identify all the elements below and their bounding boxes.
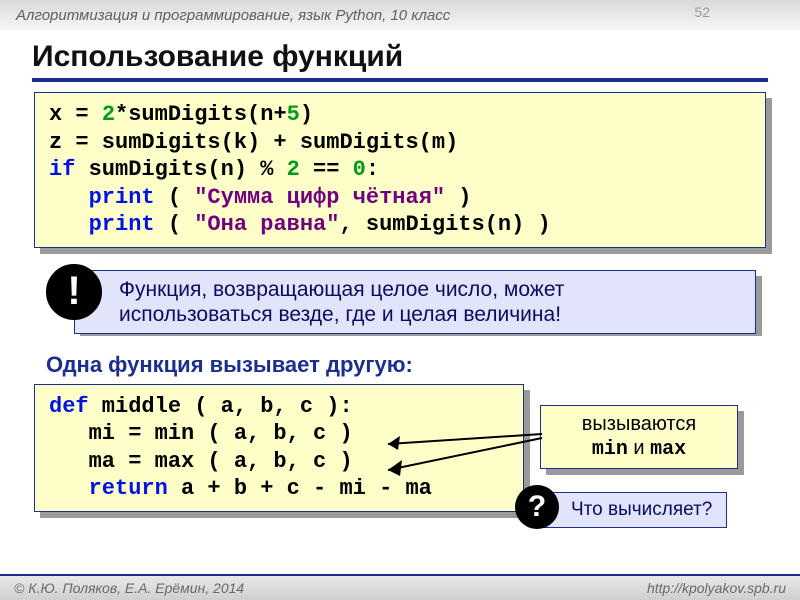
footer-author: © К.Ю. Поляков, Е.А. Ерёмин, 2014 (14, 580, 244, 596)
question-callout: ? Что вычисляет? (540, 492, 727, 528)
question-text: Что вычисляет? (571, 499, 712, 520)
code-body-2: def middle ( a, b, c ): mi = min ( a, b,… (34, 384, 524, 512)
page-number: 52 (694, 4, 710, 20)
question-box: ? Что вычисляет? (540, 492, 727, 528)
subject-text: Алгоритмизация и программирование, язык … (16, 7, 450, 24)
note-line-1: Функция, возвращающая целое число, может (119, 277, 731, 302)
exclamation-icon: ! (46, 264, 102, 320)
note-box: Функция, возвращающая целое число, может… (74, 270, 756, 334)
min-max-callout: вызываются min и max (540, 405, 738, 469)
code-body-1: x = 2*sumDigits(n+5) z = sumDigits(k) + … (34, 92, 766, 248)
code-example-2: def middle ( a, b, c ): mi = min ( a, b,… (34, 384, 524, 512)
note-line-2: использоваться везде, где и целая величи… (119, 302, 731, 327)
section-subtitle: Одна функция вызывает другую: (46, 352, 800, 378)
slide-footer: © К.Ю. Поляков, Е.А. Ерёмин, 2014 http:/… (0, 574, 800, 600)
slide-title: Использование функций (32, 40, 768, 82)
question-mark-icon: ? (515, 485, 559, 529)
code-example-1: x = 2*sumDigits(n+5) z = sumDigits(k) + … (34, 92, 766, 248)
note-callout: Функция, возвращающая целое число, может… (34, 268, 766, 334)
footer-url: http://kpolyakov.spb.ru (647, 580, 786, 596)
slide-header: Алгоритмизация и программирование, язык … (0, 0, 800, 30)
callout-body: вызываются min и max (540, 405, 738, 469)
